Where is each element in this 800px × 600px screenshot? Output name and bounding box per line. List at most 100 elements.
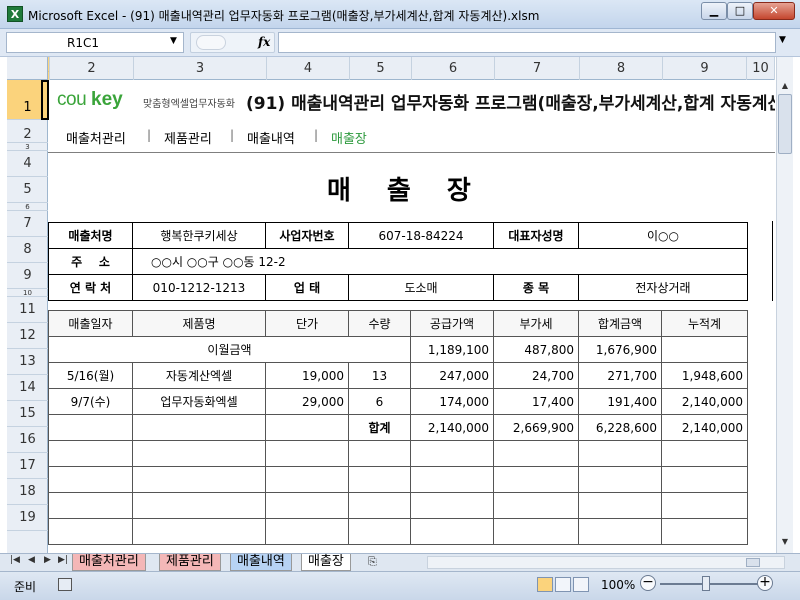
- rep-value[interactable]: 이○○: [578, 222, 748, 249]
- row-header[interactable]: 15: [7, 401, 48, 427]
- normal-view-icon[interactable]: [537, 577, 553, 592]
- address-value[interactable]: ○○시 ○○구 ○○동 12-2: [132, 248, 748, 275]
- carryover-supply[interactable]: 1,189,100: [410, 336, 494, 363]
- empty-cell[interactable]: [661, 440, 748, 467]
- empty-cell[interactable]: [348, 466, 411, 493]
- page-layout-icon[interactable]: [555, 577, 571, 592]
- row-date[interactable]: 9/7(수): [48, 388, 133, 415]
- excel-icon[interactable]: X: [7, 6, 23, 22]
- biztype-value[interactable]: 도소매: [348, 274, 494, 301]
- empty-cell[interactable]: [132, 518, 266, 545]
- row-header[interactable]: 18: [7, 479, 48, 505]
- zoom-out-icon[interactable]: −: [640, 575, 656, 591]
- empty-cell[interactable]: [132, 440, 266, 467]
- empty-cell[interactable]: [578, 466, 662, 493]
- nav-item-sales[interactable]: 매출내역: [247, 128, 295, 147]
- empty-cell[interactable]: [348, 492, 411, 519]
- column-header[interactable]: 3: [134, 57, 267, 80]
- row-supply[interactable]: 247,000: [410, 362, 494, 389]
- empty-cell[interactable]: [578, 492, 662, 519]
- empty-cell[interactable]: [578, 440, 662, 467]
- macro-record-icon[interactable]: [58, 578, 72, 591]
- row-header[interactable]: 3: [7, 143, 48, 151]
- row-date[interactable]: 5/16(월): [48, 362, 133, 389]
- nav-item-products[interactable]: 제품관리: [164, 128, 212, 147]
- row-qty[interactable]: 6: [348, 388, 411, 415]
- empty-cell[interactable]: [348, 518, 411, 545]
- empty-cell[interactable]: [48, 440, 133, 467]
- row-cumulative[interactable]: 2,140,000: [661, 388, 748, 415]
- insert-sheet-icon[interactable]: ⎘: [368, 555, 377, 569]
- row-header[interactable]: 7: [7, 211, 48, 237]
- nav-item-ledger[interactable]: 매출장: [331, 128, 367, 147]
- row-price[interactable]: 19,000: [265, 362, 349, 389]
- column-header[interactable]: 8: [580, 57, 663, 80]
- empty-cell[interactable]: [493, 440, 579, 467]
- prev-sheet-icon[interactable]: ◀: [28, 555, 35, 565]
- row-header[interactable]: 16: [7, 427, 48, 453]
- empty-cell[interactable]: [410, 440, 494, 467]
- formula-input[interactable]: [278, 32, 776, 53]
- zoom-slider-thumb[interactable]: [702, 576, 710, 591]
- empty-cell[interactable]: [132, 492, 266, 519]
- carryover-cumulative[interactable]: [661, 336, 748, 363]
- row-header[interactable]: 10: [7, 289, 48, 297]
- worksheet[interactable]: 1 2 3 4 5 6 7 8 9 10 1 2 3 4 5 6 7 8 9 1…: [7, 57, 775, 553]
- maximize-button[interactable]: □: [727, 2, 753, 20]
- empty-cell[interactable]: [265, 440, 349, 467]
- row-total[interactable]: 271,700: [578, 362, 662, 389]
- vertical-scrollbar[interactable]: ▲ ▼: [776, 57, 793, 553]
- row-header[interactable]: 11: [7, 297, 48, 323]
- column-header[interactable]: 5: [350, 57, 412, 80]
- empty-cell[interactable]: [48, 518, 133, 545]
- row-supply[interactable]: 174,000: [410, 388, 494, 415]
- horizontal-scrollbar[interactable]: [427, 556, 785, 569]
- scroll-thumb[interactable]: [746, 558, 760, 567]
- row-product[interactable]: 자동계산엑셀: [132, 362, 266, 389]
- select-all-corner[interactable]: [7, 57, 48, 80]
- zoom-slider[interactable]: [660, 583, 760, 585]
- column-header[interactable]: 2: [50, 57, 134, 80]
- row-header[interactable]: 6: [7, 203, 48, 211]
- empty-cell[interactable]: [48, 492, 133, 519]
- scroll-thumb[interactable]: [778, 94, 792, 154]
- scroll-up-icon[interactable]: ▲: [777, 79, 793, 93]
- scroll-down-icon[interactable]: ▼: [777, 535, 793, 549]
- empty-cell[interactable]: [265, 466, 349, 493]
- row-header[interactable]: 19: [7, 505, 48, 531]
- name-box[interactable]: R1C1 ▼: [6, 32, 184, 53]
- row-header[interactable]: 12: [7, 323, 48, 349]
- row-price[interactable]: 29,000: [265, 388, 349, 415]
- row-header[interactable]: 13: [7, 349, 48, 375]
- row-header[interactable]: 9: [7, 263, 48, 289]
- empty-cell[interactable]: [661, 492, 748, 519]
- column-header[interactable]: 7: [495, 57, 580, 80]
- last-sheet-icon[interactable]: ▶|: [58, 555, 68, 565]
- carryover-vat[interactable]: 487,800: [493, 336, 579, 363]
- row-product[interactable]: 업무자동화엑셀: [132, 388, 266, 415]
- row-vat[interactable]: 17,400: [493, 388, 579, 415]
- sum-empty-cell[interactable]: [132, 414, 266, 441]
- sheet-tab-sales[interactable]: 매출내역: [230, 554, 292, 571]
- row-header[interactable]: 2: [7, 120, 48, 143]
- sheet-tab-products[interactable]: 제품관리: [159, 554, 221, 571]
- empty-cell[interactable]: [493, 518, 579, 545]
- bizno-value[interactable]: 607-18-84224: [348, 222, 494, 249]
- row-header[interactable]: 17: [7, 453, 48, 479]
- chevron-down-icon[interactable]: ▼: [170, 36, 177, 46]
- empty-cell[interactable]: [132, 466, 266, 493]
- expand-formula-icon[interactable]: ▼: [779, 35, 786, 45]
- row-vat[interactable]: 24,700: [493, 362, 579, 389]
- row-header[interactable]: 5: [7, 177, 48, 203]
- sheet-tab-ledger[interactable]: 매출장: [301, 554, 351, 571]
- sum-vat[interactable]: 2,669,900: [493, 414, 579, 441]
- row-header[interactable]: 4: [7, 151, 48, 177]
- sum-supply[interactable]: 2,140,000: [410, 414, 494, 441]
- next-sheet-icon[interactable]: ▶: [44, 555, 51, 565]
- phone-value[interactable]: 010-1212-1213: [132, 274, 266, 301]
- row-header[interactable]: 8: [7, 237, 48, 263]
- row-total[interactable]: 191,400: [578, 388, 662, 415]
- empty-cell[interactable]: [578, 518, 662, 545]
- empty-cell[interactable]: [661, 518, 748, 545]
- column-header[interactable]: 6: [412, 57, 495, 80]
